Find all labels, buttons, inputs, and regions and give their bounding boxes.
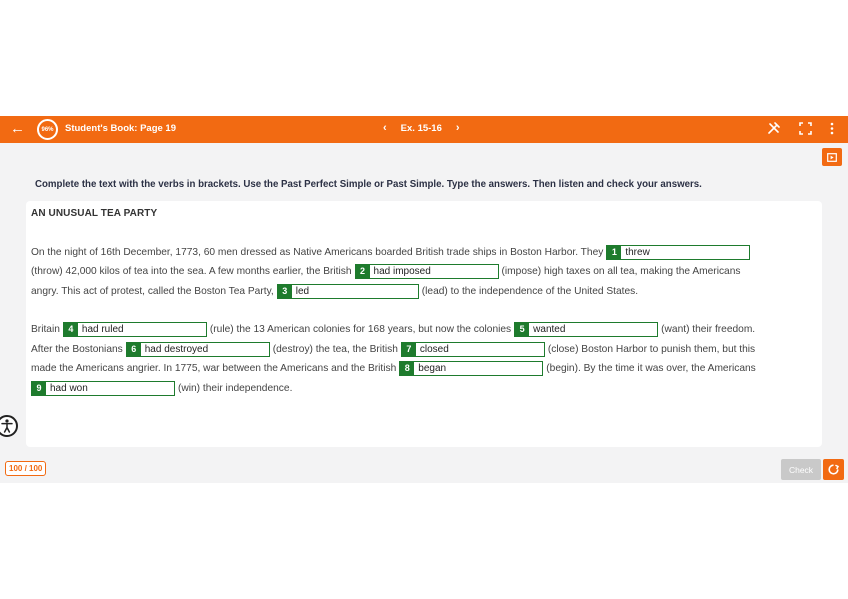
text-line-2: (throw) 42,000 kilos of tea into the sea…	[31, 262, 740, 280]
answer-number: 6	[126, 342, 141, 356]
play-video-icon[interactable]	[822, 148, 842, 166]
text-line-4: Britain 4 had ruled (rule) the 13 Americ…	[31, 320, 755, 338]
text-line-7: 9 had won (win) their independence.	[31, 379, 292, 397]
answer-value: had imposed	[373, 265, 431, 277]
score-badge: 100 / 100	[5, 461, 47, 476]
answer-number: 1	[607, 245, 622, 259]
text-line-6: made the Americans angrier. In 1775, war…	[31, 359, 756, 377]
answer-field-6[interactable]: 6 had destroyed	[125, 341, 270, 357]
tools-icon[interactable]	[767, 121, 781, 140]
exercise-label: Ex. 15-16	[400, 122, 442, 134]
text-fragment: made the Americans angrier. In 1775, war…	[31, 362, 397, 374]
app-stage: ← 96% Student's Book: Page 19 ‹ Ex. 15-1…	[0, 0, 848, 599]
answer-number: 4	[63, 322, 78, 336]
text-heading: AN UNUSUAL TEA PARTY	[31, 208, 158, 219]
answer-value: had destroyed	[144, 343, 209, 355]
answer-field-5[interactable]: 5 wanted	[514, 321, 659, 337]
instruction-text: Complete the text with the verbs in brac…	[35, 179, 702, 190]
answer-field-2[interactable]: 2 had imposed	[354, 263, 499, 279]
text-fragment: (lead) to the independence of the United…	[421, 285, 639, 297]
exercise-card: AN UNUSUAL TEA PARTY On the night of 16t…	[26, 201, 822, 447]
text-fragment: (want) their freedom.	[661, 323, 756, 335]
answer-number: 9	[32, 381, 46, 395]
text-line-3: angry. This act of protest, called the B…	[31, 282, 638, 300]
text-fragment: Britain	[31, 323, 60, 335]
text-fragment: After the Bostonians	[31, 343, 123, 355]
progress-badge: 96%	[37, 119, 58, 140]
answer-value: began	[418, 362, 447, 374]
text-fragment: (destroy) the tea, the British	[272, 343, 398, 355]
answer-field-4[interactable]: 4 had ruled	[62, 321, 207, 337]
prev-exercise-icon[interactable]: ‹	[383, 122, 387, 134]
answer-value: threw	[625, 246, 650, 258]
answer-field-9[interactable]: 9 had won	[31, 380, 175, 396]
answer-value: wanted	[533, 323, 566, 335]
answer-field-7[interactable]: 7 closed	[400, 341, 545, 357]
fullscreen-icon[interactable]	[799, 121, 812, 140]
answer-value: closed	[419, 343, 449, 355]
text-fragment: (throw) 42,000 kilos of tea into the sea…	[31, 265, 352, 277]
answer-value: led	[295, 285, 310, 297]
text-fragment: (close) Boston Harbor to punish them, bu…	[547, 343, 756, 355]
page-title: Student's Book: Page 19	[65, 123, 177, 134]
more-vertical-icon[interactable]	[830, 122, 834, 140]
answer-number: 7	[401, 342, 416, 356]
text-fragment: (impose) high taxes on all tea, making t…	[501, 265, 741, 277]
text-fragment: angry. This act of protest, called the B…	[31, 285, 274, 297]
text-line-5: After the Bostonians 6 had destroyed (de…	[31, 340, 755, 358]
answer-number: 3	[277, 284, 292, 298]
top-bar: ← 96% Student's Book: Page 19 ‹ Ex. 15-1…	[0, 116, 848, 143]
answer-number: 2	[355, 264, 370, 278]
answer-number: 5	[515, 322, 530, 336]
toolbar	[767, 121, 834, 140]
text-fragment: (win) their independence.	[178, 382, 293, 394]
answer-value: had won	[50, 382, 88, 394]
answer-field-3[interactable]: 3 led	[276, 283, 419, 299]
answer-number: 8	[400, 361, 415, 375]
answer-field-8[interactable]: 8 began	[399, 360, 544, 376]
text-line-1: On the night of 16th December, 1773, 60 …	[31, 243, 753, 261]
text-fragment: On the night of 16th December, 1773, 60 …	[31, 246, 604, 258]
check-button[interactable]: Check	[781, 459, 821, 480]
answer-value: had ruled	[81, 323, 124, 335]
next-exercise-icon[interactable]: ›	[456, 122, 460, 134]
exercise-nav: ‹ Ex. 15-16 ›	[383, 122, 460, 134]
submit-icon[interactable]	[823, 459, 844, 480]
answer-field-1[interactable]: 1 threw	[606, 244, 751, 260]
text-fragment: (rule) the 13 American colonies for 168 …	[209, 323, 512, 335]
back-arrow-icon[interactable]: ←	[10, 120, 25, 138]
text-fragment: (begin). By the time it was over, the Am…	[546, 362, 756, 374]
